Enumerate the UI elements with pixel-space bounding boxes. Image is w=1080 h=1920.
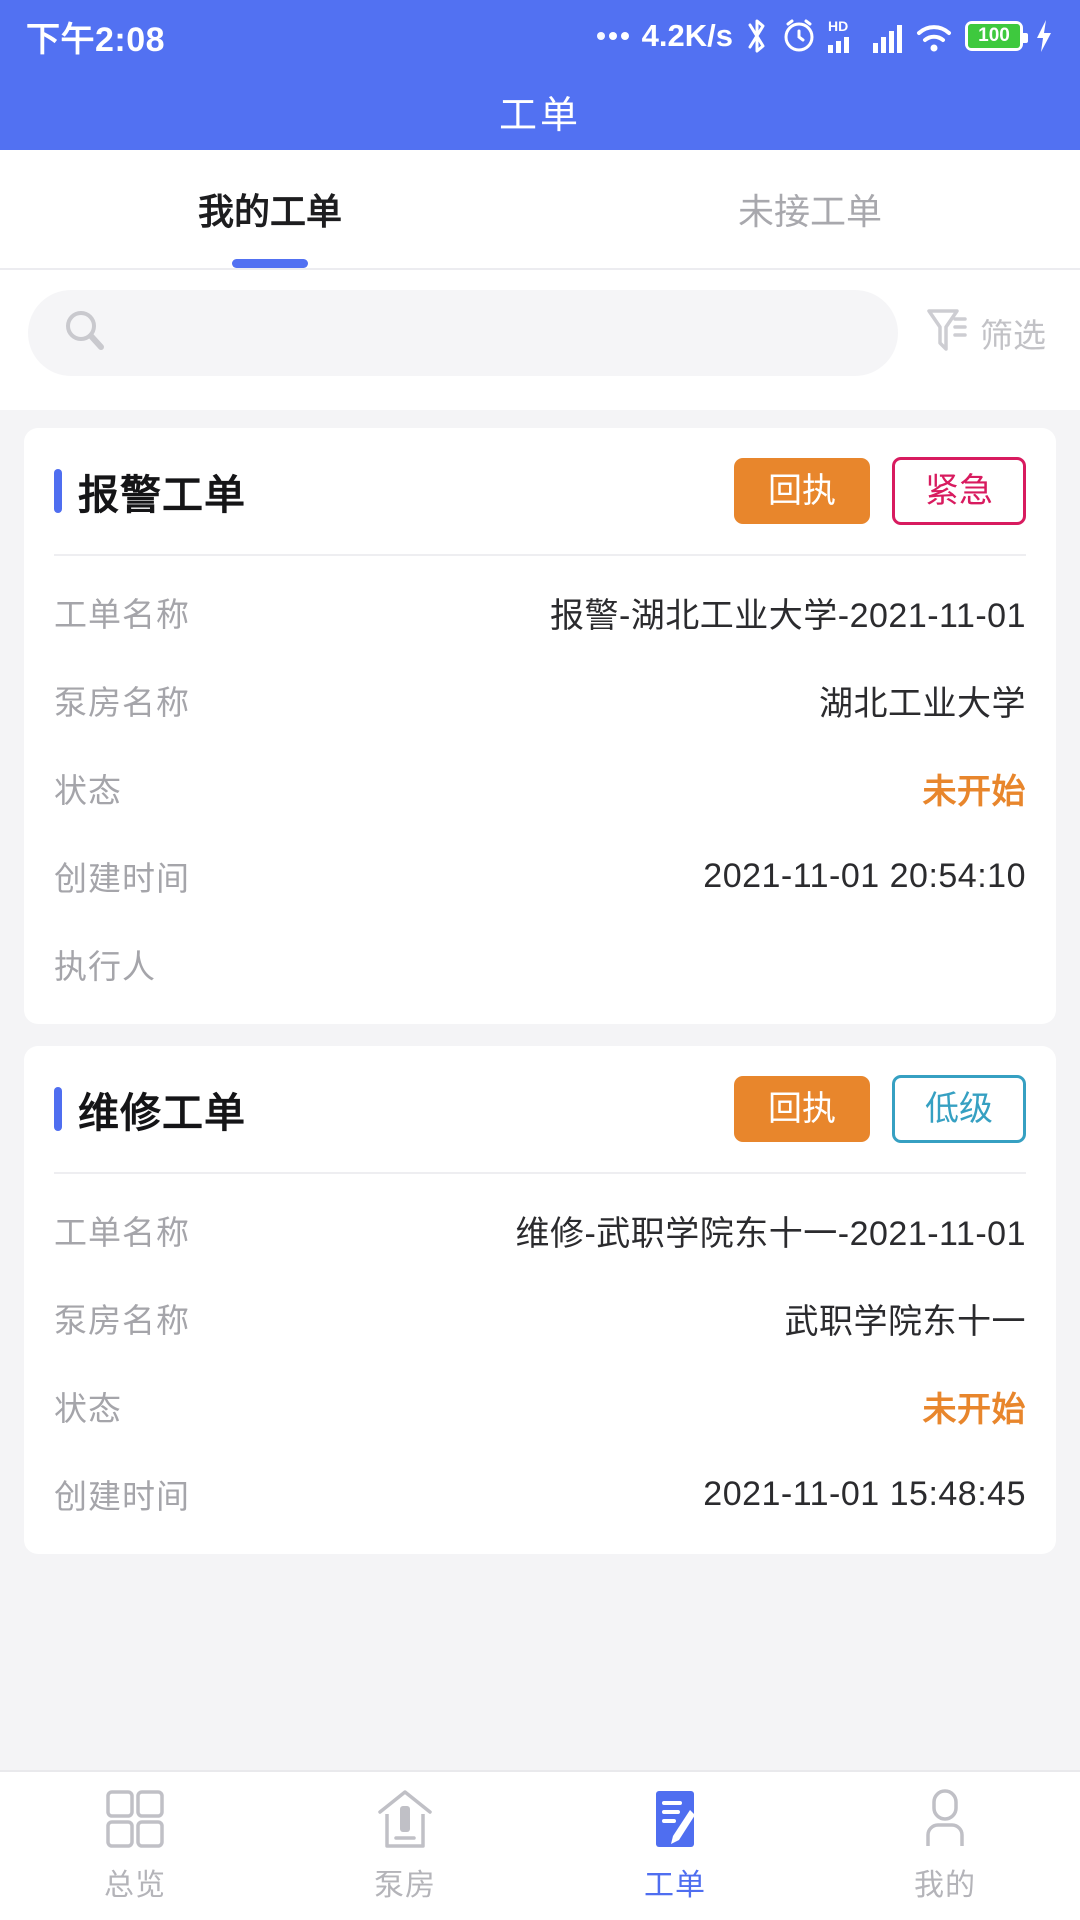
status-value: 未开始 bbox=[922, 1390, 1026, 1429]
bottom-navigation: 总览 泵房 工单 我的 bbox=[0, 1770, 1080, 1920]
worksheet-type-title: 维修工单 bbox=[78, 1090, 246, 1136]
detail-value: 报警-湖北工业大学-2021-11-01 bbox=[549, 596, 1026, 635]
battery-level-label: 100 bbox=[968, 24, 1020, 48]
detail-label: 工单名称 bbox=[54, 596, 190, 633]
worksheet-type-title: 报警工单 bbox=[78, 472, 246, 518]
status-bar-icons: 4.2K/s HD 100 bbox=[596, 17, 1054, 55]
worksheet-card-header: 报警工单 回执 紧急 bbox=[54, 428, 1026, 556]
detail-value: 维修-武职学院东十一-2021-11-01 bbox=[515, 1214, 1026, 1253]
detail-row: 创建时间 2021-11-01 20:54:10 bbox=[54, 832, 1026, 920]
tab-unaccepted-worksheets[interactable]: 未接工单 bbox=[540, 150, 1080, 268]
grid-icon bbox=[104, 1788, 166, 1850]
hd-icon: HD bbox=[828, 17, 862, 55]
detail-label: 创建时间 bbox=[54, 860, 190, 897]
detail-row: 泵房名称 武职学院东十一 bbox=[54, 1274, 1026, 1362]
detail-row: 执行人 bbox=[54, 920, 1026, 1008]
app-bar: 工单 bbox=[0, 72, 1080, 150]
detail-row: 工单名称 维修-武职学院东十一-2021-11-01 bbox=[54, 1186, 1026, 1274]
worksheet-card[interactable]: 报警工单 回执 紧急 工单名称 报警-湖北工业大学-2021-11-01 泵房名… bbox=[24, 428, 1056, 1024]
worksheet-card-body: 工单名称 报警-湖北工业大学-2021-11-01 泵房名称 湖北工业大学 状态… bbox=[54, 568, 1026, 1024]
detail-value: 武职学院东十一 bbox=[784, 1302, 1026, 1341]
search-bar-row: 筛选 bbox=[0, 270, 1080, 410]
search-input[interactable] bbox=[126, 313, 864, 353]
status-bar-clock: 下午2:08 bbox=[26, 20, 166, 59]
detail-row: 创建时间 2021-11-01 15:48:45 bbox=[54, 1450, 1026, 1538]
accent-bar bbox=[54, 1087, 62, 1131]
net-speed-label: 4.2K/s bbox=[641, 18, 733, 53]
detail-row: 工单名称 报警-湖北工业大学-2021-11-01 bbox=[54, 568, 1026, 656]
status-value: 未开始 bbox=[922, 772, 1026, 811]
tab-label: 未接工单 bbox=[737, 191, 882, 232]
receipt-button[interactable]: 回执 bbox=[734, 1076, 870, 1142]
detail-value: 2021-11-01 15:48:45 bbox=[703, 1474, 1026, 1513]
detail-label: 执行人 bbox=[54, 948, 156, 985]
detail-label: 泵房名称 bbox=[54, 684, 190, 721]
nav-item-pumphouse[interactable]: 泵房 bbox=[270, 1788, 540, 1904]
signal-icon bbox=[873, 17, 903, 55]
detail-value: 湖北工业大学 bbox=[819, 684, 1026, 723]
bluetooth-icon bbox=[744, 17, 770, 55]
priority-badge[interactable]: 紧急 bbox=[892, 457, 1026, 525]
tab-label: 我的工单 bbox=[197, 191, 342, 232]
app-screen: 下午2:08 4.2K/s HD 100 工单 我的工单 未接工单 筛选 报警工… bbox=[0, 0, 1080, 1920]
detail-row: 泵房名称 湖北工业大学 bbox=[54, 656, 1026, 744]
nav-item-mine[interactable]: 我的 bbox=[810, 1788, 1080, 1904]
worksheet-edit-icon bbox=[644, 1788, 706, 1850]
detail-value: 2021-11-01 20:54:10 bbox=[703, 856, 1026, 895]
worksheet-card-header: 维修工单 回执 低级 bbox=[54, 1046, 1026, 1174]
tab-my-worksheets[interactable]: 我的工单 bbox=[0, 150, 540, 268]
nav-item-label: 泵房 bbox=[374, 1869, 436, 1902]
status-bar: 下午2:08 4.2K/s HD 100 bbox=[0, 0, 1080, 72]
receipt-button[interactable]: 回执 bbox=[734, 458, 870, 524]
nav-item-overview[interactable]: 总览 bbox=[0, 1788, 270, 1904]
accent-bar bbox=[54, 469, 62, 513]
worksheet-card[interactable]: 维修工单 回执 低级 工单名称 维修-武职学院东十一-2021-11-01 泵房… bbox=[24, 1046, 1056, 1554]
charging-bolt-icon bbox=[1034, 18, 1054, 54]
detail-label: 工单名称 bbox=[54, 1214, 190, 1251]
worksheet-list[interactable]: 报警工单 回执 紧急 工单名称 报警-湖北工业大学-2021-11-01 泵房名… bbox=[0, 410, 1080, 1920]
filter-button[interactable]: 筛选 bbox=[898, 305, 1052, 362]
detail-label: 创建时间 bbox=[54, 1478, 190, 1515]
person-icon bbox=[914, 1788, 976, 1850]
priority-badge[interactable]: 低级 bbox=[892, 1075, 1026, 1143]
detail-label: 状态 bbox=[54, 1390, 122, 1427]
tab-strip: 我的工单 未接工单 bbox=[0, 150, 1080, 270]
wifi-icon bbox=[914, 17, 954, 55]
detail-row: 状态 未开始 bbox=[54, 744, 1026, 832]
dots-icon bbox=[596, 32, 629, 40]
nav-item-label: 总览 bbox=[104, 1869, 166, 1902]
filter-icon bbox=[924, 305, 970, 362]
pumphouse-icon bbox=[374, 1788, 436, 1850]
filter-label: 筛选 bbox=[980, 317, 1046, 354]
detail-label: 状态 bbox=[54, 772, 122, 809]
tab-active-indicator bbox=[232, 259, 308, 268]
nav-item-worksheet[interactable]: 工单 bbox=[540, 1788, 810, 1904]
svg-text:HD: HD bbox=[828, 18, 848, 34]
search-icon bbox=[62, 308, 108, 359]
alarm-icon bbox=[781, 17, 817, 55]
nav-item-label: 工单 bbox=[644, 1869, 706, 1902]
search-box[interactable] bbox=[28, 290, 898, 376]
nav-item-label: 我的 bbox=[914, 1869, 976, 1902]
detail-label: 泵房名称 bbox=[54, 1302, 190, 1339]
battery-icon: 100 bbox=[965, 21, 1028, 51]
worksheet-card-body: 工单名称 维修-武职学院东十一-2021-11-01 泵房名称 武职学院东十一 … bbox=[54, 1186, 1026, 1554]
page-title: 工单 bbox=[498, 94, 581, 137]
detail-row: 状态 未开始 bbox=[54, 1362, 1026, 1450]
